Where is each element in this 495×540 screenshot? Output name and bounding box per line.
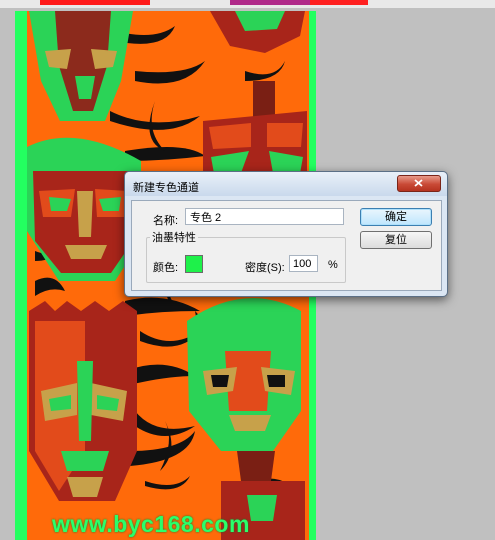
top-strip-red-2 (310, 0, 368, 5)
ink-characteristics-legend: 油墨特性 (150, 229, 198, 245)
close-button[interactable] (397, 175, 441, 192)
dialog-titlebar[interactable]: 新建专色通道 (125, 172, 447, 196)
top-strip-magenta (230, 0, 310, 5)
percent-label: % (328, 259, 338, 271)
name-label: 名称: (153, 215, 179, 227)
top-strip-gap (150, 0, 210, 5)
color-label: 颜色: (153, 262, 179, 274)
color-swatch[interactable] (185, 255, 203, 273)
reset-button[interactable]: 复位 (360, 231, 432, 249)
watermark-text: www.byc168.com (52, 511, 250, 537)
dialog-title: 新建专色通道 (133, 182, 199, 194)
name-input[interactable] (185, 208, 344, 225)
close-icon (414, 179, 423, 187)
density-input[interactable] (289, 255, 318, 272)
top-strip-red (40, 0, 150, 5)
new-spot-channel-dialog: 新建专色通道 名称: 油墨特性 颜色: 密度(S): % 确定 复位 (124, 171, 448, 297)
top-strip (0, 0, 495, 8)
ok-button[interactable]: 确定 (360, 208, 432, 226)
dialog-body: 名称: 油墨特性 颜色: 密度(S): % 确定 复位 (131, 200, 442, 291)
density-label: 密度(S): (245, 262, 285, 274)
